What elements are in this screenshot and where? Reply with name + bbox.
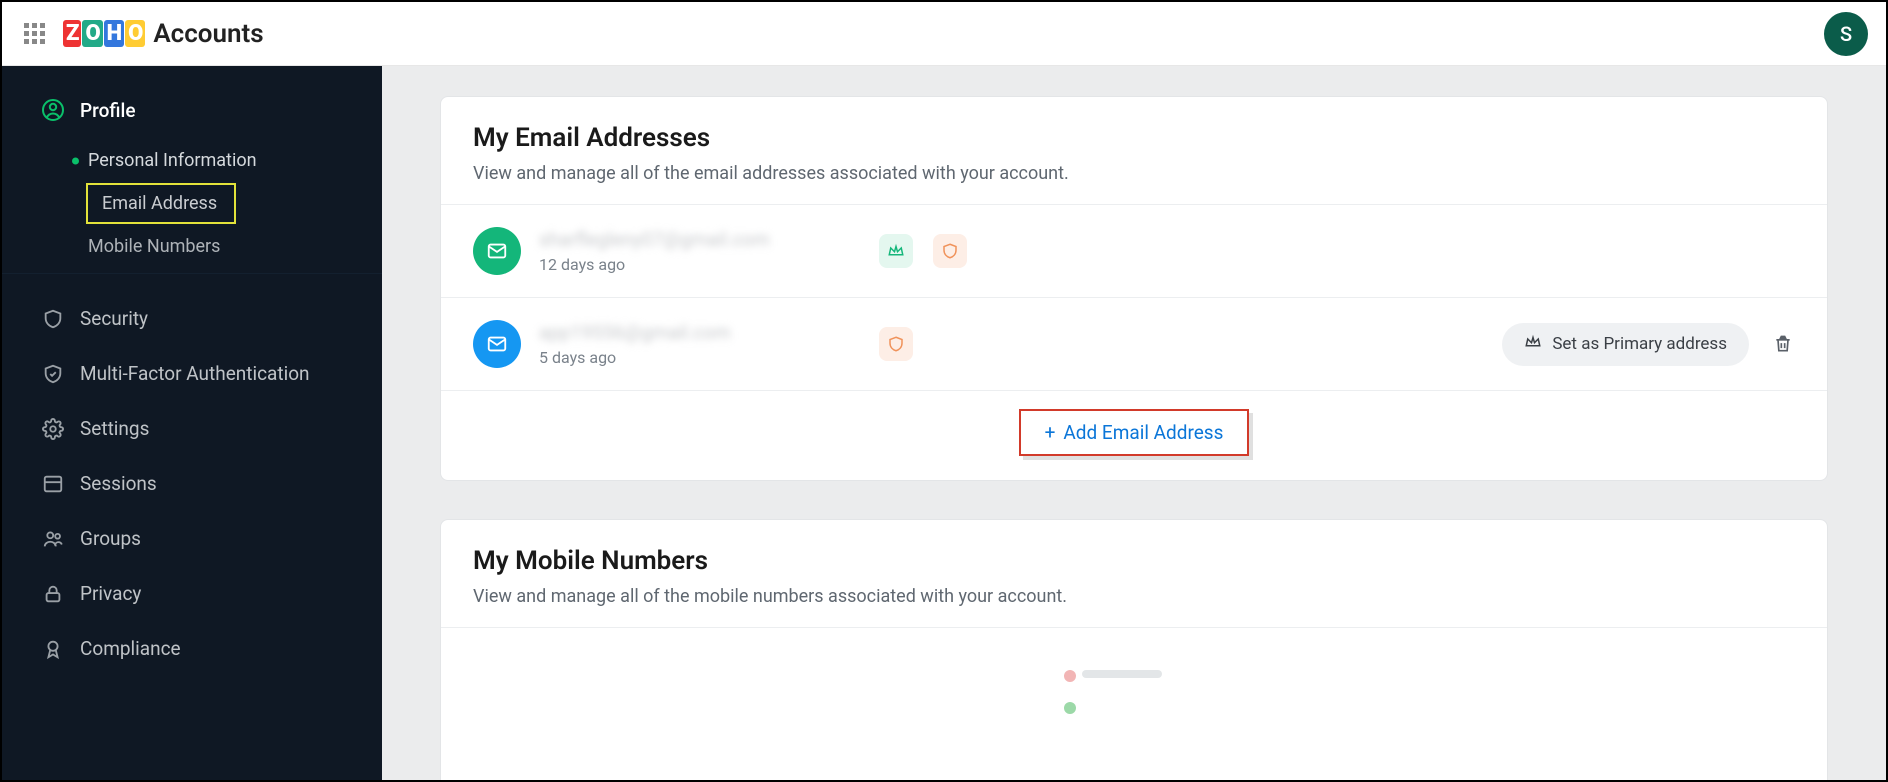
verified-badge-icon xyxy=(933,234,967,268)
sidebar-sublabel-personal: Personal Information xyxy=(88,150,257,171)
email-row-primary[interactable]: sharflegleny07@gmail.com 12 days ago xyxy=(441,204,1827,297)
shield-icon xyxy=(40,308,66,330)
set-primary-label: Set as Primary address xyxy=(1552,334,1727,354)
sidebar-item-sessions[interactable]: Sessions xyxy=(2,456,382,511)
sidebar-item-profile[interactable]: Profile xyxy=(2,80,382,140)
sidebar-subitem-mobile-numbers[interactable]: Mobile Numbers xyxy=(2,226,382,267)
sidebar-label-compliance: Compliance xyxy=(80,637,181,660)
gear-icon xyxy=(40,418,66,440)
main-content: My Email Addresses View and manage all o… xyxy=(382,66,1886,780)
mobile-numbers-card: My Mobile Numbers View and manage all of… xyxy=(440,519,1828,780)
sessions-icon xyxy=(40,473,66,495)
mobile-card-title: My Mobile Numbers xyxy=(473,546,1795,576)
email-address-primary: sharflegleny07@gmail.com xyxy=(539,228,839,251)
mail-icon xyxy=(473,227,521,275)
plus-icon: + xyxy=(1045,421,1056,444)
sidebar-label-security: Security xyxy=(80,307,148,330)
sidebar-sublabel-email: Email Address xyxy=(102,193,217,214)
delete-email-button[interactable] xyxy=(1771,332,1795,356)
primary-badge-icon xyxy=(879,234,913,268)
shield-check-icon xyxy=(40,363,66,385)
mobile-empty-state xyxy=(441,627,1827,780)
sidebar-item-mfa[interactable]: Multi-Factor Authentication xyxy=(2,346,382,401)
groups-icon xyxy=(40,528,66,550)
profile-avatar[interactable]: S xyxy=(1824,12,1868,56)
badge-icon xyxy=(40,638,66,660)
sidebar: Profile Personal Information Email Addre… xyxy=(2,66,382,780)
email-row-secondary[interactable]: app19556@gmail.com 5 days ago Set as Pri… xyxy=(441,297,1827,390)
email-addresses-card: My Email Addresses View and manage all o… xyxy=(440,96,1828,481)
topbar: ZOHO Accounts S xyxy=(2,2,1886,66)
verified-badge-icon xyxy=(879,327,913,361)
add-email-button[interactable]: + Add Email Address xyxy=(1019,409,1250,456)
sidebar-subitem-personal-info[interactable]: Personal Information xyxy=(2,140,382,181)
sidebar-item-compliance[interactable]: Compliance xyxy=(2,621,382,676)
sidebar-sublabel-mobile: Mobile Numbers xyxy=(88,236,220,257)
email-address-secondary: app19556@gmail.com xyxy=(539,321,839,344)
zoho-logo: ZOHO xyxy=(63,21,145,46)
sidebar-subitem-email-address[interactable]: Email Address xyxy=(86,183,236,224)
crown-icon xyxy=(1524,333,1542,356)
sidebar-label-profile: Profile xyxy=(80,99,136,122)
email-card-subtitle: View and manage all of the email address… xyxy=(473,163,1795,184)
mobile-card-subtitle: View and manage all of the mobile number… xyxy=(473,586,1795,607)
app-title: Accounts xyxy=(153,19,263,49)
email-card-title: My Email Addresses xyxy=(473,123,1795,153)
sidebar-label-sessions: Sessions xyxy=(80,472,157,495)
email-time-primary: 12 days ago xyxy=(539,255,839,274)
sidebar-item-groups[interactable]: Groups xyxy=(2,511,382,566)
sidebar-item-privacy[interactable]: Privacy xyxy=(2,566,382,621)
add-email-label: Add Email Address xyxy=(1063,421,1223,444)
sidebar-label-privacy: Privacy xyxy=(80,582,141,605)
sidebar-item-security[interactable]: Security xyxy=(2,291,382,346)
sidebar-item-settings[interactable]: Settings xyxy=(2,401,382,456)
apps-grid-icon[interactable] xyxy=(24,23,45,44)
set-primary-button[interactable]: Set as Primary address xyxy=(1502,323,1749,366)
empty-illustration-icon xyxy=(1044,658,1224,748)
sidebar-label-mfa: Multi-Factor Authentication xyxy=(80,362,310,385)
lock-icon xyxy=(40,583,66,605)
mail-icon xyxy=(473,320,521,368)
profile-icon xyxy=(40,98,66,122)
trash-icon xyxy=(1773,334,1793,354)
email-time-secondary: 5 days ago xyxy=(539,348,839,367)
sidebar-label-settings: Settings xyxy=(80,417,149,440)
sidebar-label-groups: Groups xyxy=(80,527,141,550)
